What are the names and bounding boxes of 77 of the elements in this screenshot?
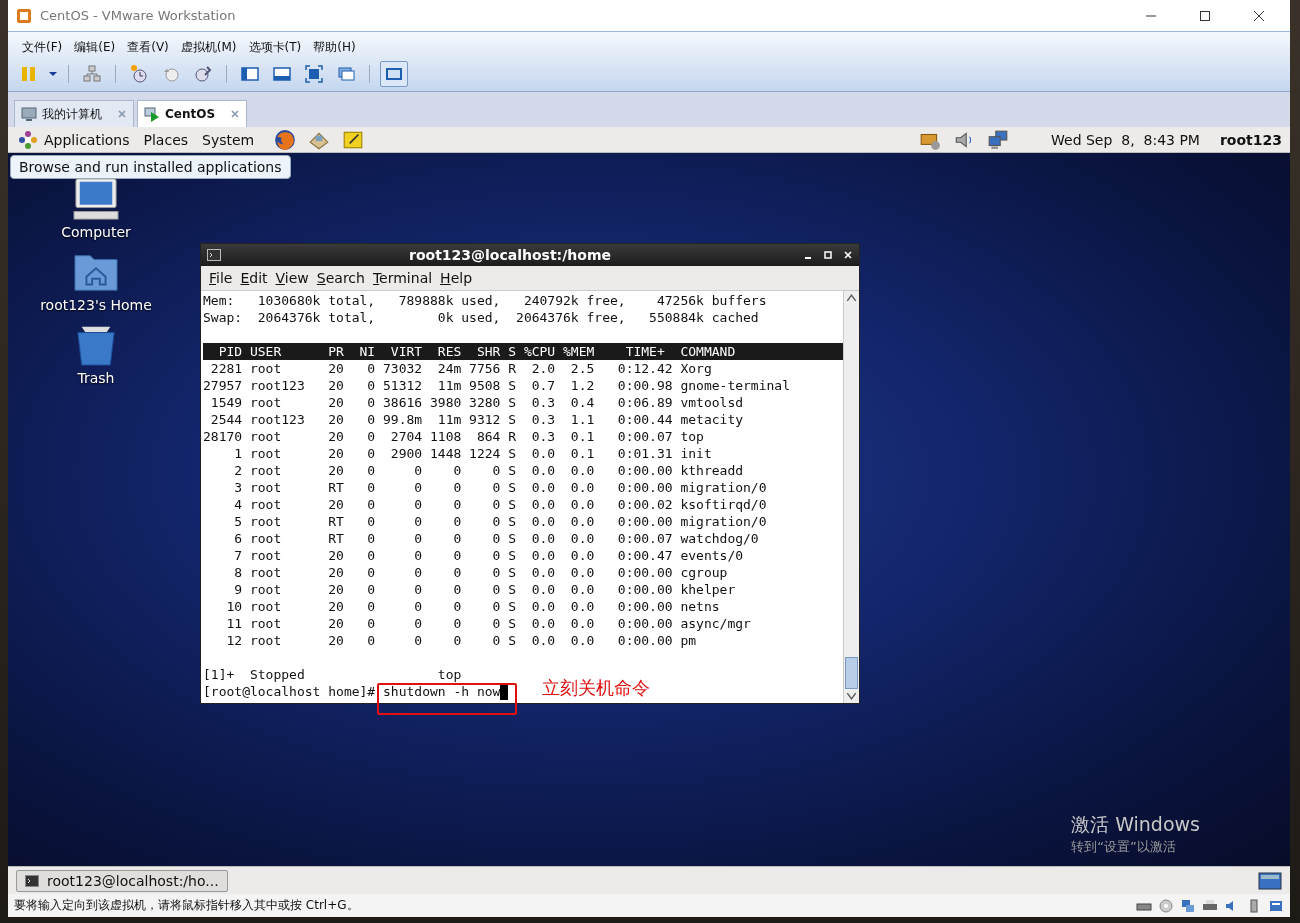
scroll-thumb[interactable] <box>845 657 858 689</box>
maximize-button[interactable] <box>823 250 833 260</box>
snapshot-icon[interactable] <box>129 64 149 84</box>
terminal-line: 5 root RT 0 0 0 0 S 0.0 0.0 0:00.00 migration/0 <box>233 513 768 530</box>
applications-menu-icon[interactable] <box>18 129 38 150</box>
panel-menu[interactable]: System <box>202 131 255 148</box>
user-name[interactable]: root123 <box>1219 131 1282 148</box>
icon-label[interactable]: Computer <box>61 224 131 240</box>
terminal-line: Mem: 1030680k total, 789888k used, 240792k free, 47256k buffers <box>203 292 768 309</box>
terminal-menu-item[interactable]: View <box>271 270 313 286</box>
terminal-line: 2544 root123 20 0 99.8m 11m 9312 S 0.3 1.1 0:00.44 metacity <box>209 411 745 428</box>
menu-item[interactable]: 编辑(E) <box>68 38 122 57</box>
terminal-line: 2281 root 20 0 73032 24m 7756 R 2.0 2.5 0:12.42 Xorg <box>209 360 713 377</box>
scrollbar[interactable] <box>843 291 859 703</box>
terminal-line: 28170 root 20 0 2704 1108 864 R 0.3 0.1 0:00.07 top <box>203 428 705 445</box>
terminal-line: Swap: 2064376k total, 0k used, 2064376k free, 550884k cached <box>203 309 760 326</box>
terminal-line: 1 root 20 0 2900 1448 1224 S 0.0 0.1 0:01.31 init <box>233 445 713 462</box>
terminal-icon <box>25 874 39 887</box>
terminal-line: [1]+ Stopped top <box>203 666 463 683</box>
terminal-menu-item[interactable]: File <box>205 270 237 286</box>
network-status-icon[interactable] <box>987 128 1009 151</box>
browser-icon[interactable] <box>274 128 297 151</box>
menu-item[interactable]: 帮助(H) <box>307 38 362 57</box>
terminal-line: 27957 root123 20 0 51312 11m 9508 S 0.7 1.2 0:00.98 gnome-terminal <box>203 377 791 394</box>
view-toggle-button[interactable] <box>380 61 408 87</box>
activation-hint: 转到“设置”以激活 <box>1071 838 1177 856</box>
tab[interactable]: CentOS <box>137 100 248 127</box>
activation-title: 激活 Windows <box>1071 812 1200 837</box>
maximize-button[interactable] <box>1198 8 1212 23</box>
fullscreen-icon[interactable] <box>304 64 324 84</box>
terminal-line: 9 root 20 0 0 0 0 S 0.0 0.0 0:00.00 khelper <box>233 581 737 598</box>
terminal-icon <box>207 249 221 261</box>
terminal-menu-item[interactable]: Terminal <box>368 270 437 286</box>
computer-icon[interactable] <box>72 177 120 221</box>
status-text: 要将输入定向到该虚拟机，请将鼠标指针移入其中或按 Ctrl+G。 <box>14 897 359 914</box>
terminal-line: 3 root RT 0 0 0 0 S 0.0 0.0 0:00.00 migration/0 <box>233 479 768 496</box>
taskbar-button[interactable]: root123@localhost:/ho... <box>16 869 228 892</box>
console-view-icon[interactable] <box>272 64 292 84</box>
workspace-switcher-icon[interactable] <box>1258 870 1282 891</box>
terminal-line: 10 root 20 0 0 0 0 S 0.0 0.0 0:00.00 netns <box>225 598 721 615</box>
table-header: PID USER PR NI VIRT RES SHR S %CPU %MEM TIME+ COMMAND <box>203 343 843 360</box>
terminal-title: root123@localhost:/home <box>408 247 612 263</box>
command-prompt[interactable]: [root@localhost home]# shutdown -h now <box>203 683 501 700</box>
icon-label[interactable]: root123's Home <box>40 297 152 313</box>
terminal-line: 7 root 20 0 0 0 0 S 0.0 0.0 0:00.47 events/0 <box>233 547 745 564</box>
menu-item[interactable]: 查看(V) <box>121 38 175 57</box>
terminal-menu-item[interactable]: Search <box>312 270 369 286</box>
panel-menu[interactable]: Applications <box>44 131 130 148</box>
terminal-line: 2 root 20 0 0 0 0 S 0.0 0.0 0:00.00 kthreadd <box>233 462 745 479</box>
terminal-line: 8 root 20 0 0 0 0 S 0.0 0.0 0:00.00 cgroup <box>233 564 729 581</box>
computer-icon <box>21 106 37 122</box>
annotation-text: 立刻关机命令 <box>542 676 650 700</box>
app-icon <box>16 7 32 24</box>
cd-icon[interactable] <box>1158 897 1174 914</box>
terminal-line: 6 root RT 0 0 0 0 S 0.0 0.0 0:00.07 watchdog/0 <box>233 530 760 547</box>
menu-item[interactable]: 虚拟机(M) <box>174 38 243 57</box>
terminal-line: 1549 root 20 0 38616 3980 3280 S 0.3 0.4 0:06.89 vmtoolsd <box>209 394 745 411</box>
terminal-line: 12 root 20 0 0 0 0 S 0.0 0.0 0:00.00 pm <box>225 632 698 649</box>
terminal-menu-item[interactable]: Edit <box>236 270 272 286</box>
network-icon[interactable] <box>82 64 102 84</box>
virtual-machine-icon <box>144 106 160 122</box>
close-icon[interactable] <box>1252 8 1266 23</box>
panel-clock[interactable]: Wed Sep 8, 8:43 PM <box>1051 131 1200 148</box>
tab[interactable]: 我的计算机 <box>14 100 134 127</box>
terminal-line: 11 root 20 0 0 0 0 S 0.0 0.0 0:00.00 async/mgr <box>225 615 752 632</box>
terminal-line: 4 root 20 0 0 0 0 S 0.0 0.0 0:00.02 ksoftirqd/0 <box>233 496 768 513</box>
icon-label[interactable]: Trash <box>77 370 115 386</box>
panel-menu[interactable]: Places <box>143 131 189 148</box>
text-cursor <box>500 683 509 700</box>
menu-item[interactable]: 文件(F) <box>16 38 69 57</box>
window-title: CentOS - VMware Workstation <box>40 8 236 23</box>
terminal-menu-item[interactable]: Help <box>436 270 477 286</box>
menu-item[interactable]: 选项卡(T) <box>242 38 308 57</box>
sidebar-view-icon[interactable] <box>240 64 260 84</box>
tooltip: Browse and run installed applications <box>10 155 291 179</box>
unity-icon[interactable] <box>336 64 356 84</box>
network-adapter-icon[interactable] <box>1180 897 1196 914</box>
